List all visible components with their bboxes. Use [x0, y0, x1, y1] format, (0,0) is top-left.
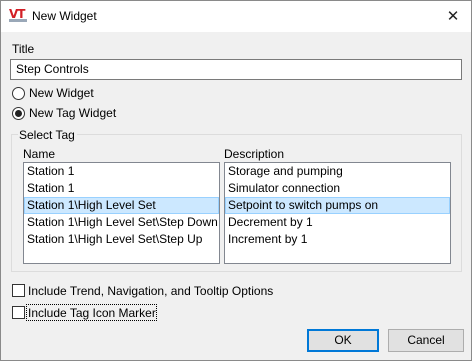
list-item[interactable]: Simulator connection — [225, 180, 450, 197]
list-item[interactable]: Storage and pumping — [225, 163, 450, 180]
list-item[interactable]: Increment by 1 — [225, 231, 450, 248]
title-label: Title — [12, 42, 35, 56]
radio-new-widget-label[interactable]: New Widget — [29, 86, 94, 100]
include-trend-checkbox-box[interactable] — [12, 284, 25, 297]
radio-new-tag-widget-label[interactable]: New Tag Widget — [29, 106, 116, 120]
list-item[interactable]: Decrement by 1 — [225, 214, 450, 231]
list-item[interactable]: Station 1\High Level Set\Step Down — [24, 214, 219, 231]
list-item[interactable]: Station 1 — [24, 163, 219, 180]
select-tag-group-label: Select Tag — [18, 128, 77, 142]
ok-button[interactable]: OK — [307, 329, 379, 352]
title-bar[interactable]: VT New Widget ✕ — [1, 1, 471, 32]
cancel-button[interactable]: Cancel — [388, 329, 464, 352]
logo-underline — [9, 19, 27, 22]
description-column-header: Description — [224, 147, 285, 161]
list-item[interactable]: Station 1\High Level Set\Step Up — [24, 231, 219, 248]
include-icon-label[interactable]: Include Tag Icon Marker — [28, 306, 156, 320]
new-widget-dialog: VT New Widget ✕ Title Step Controls New … — [0, 0, 472, 361]
title-input[interactable]: Step Controls — [10, 59, 462, 80]
tag-description-list[interactable]: Storage and pumping Simulator connection… — [224, 162, 451, 264]
radio-new-widget-button[interactable] — [12, 87, 25, 100]
list-item-selected[interactable]: Setpoint to switch pumps on — [225, 197, 450, 214]
include-trend-label[interactable]: Include Trend, Navigation, and Tooltip O… — [28, 284, 273, 298]
name-column-header: Name — [23, 147, 56, 161]
include-icon-checkbox-box[interactable] — [12, 306, 25, 319]
tag-name-list[interactable]: Station 1 Station 1 Station 1\High Level… — [23, 162, 220, 264]
close-icon[interactable]: ✕ — [443, 7, 463, 27]
list-item[interactable]: Station 1 — [24, 180, 219, 197]
list-item-selected[interactable]: Station 1\High Level Set — [24, 197, 219, 214]
window-title: New Widget — [32, 9, 97, 23]
radio-new-tag-widget-button[interactable] — [12, 107, 25, 120]
vtscada-logo-icon: VT — [9, 7, 27, 24]
